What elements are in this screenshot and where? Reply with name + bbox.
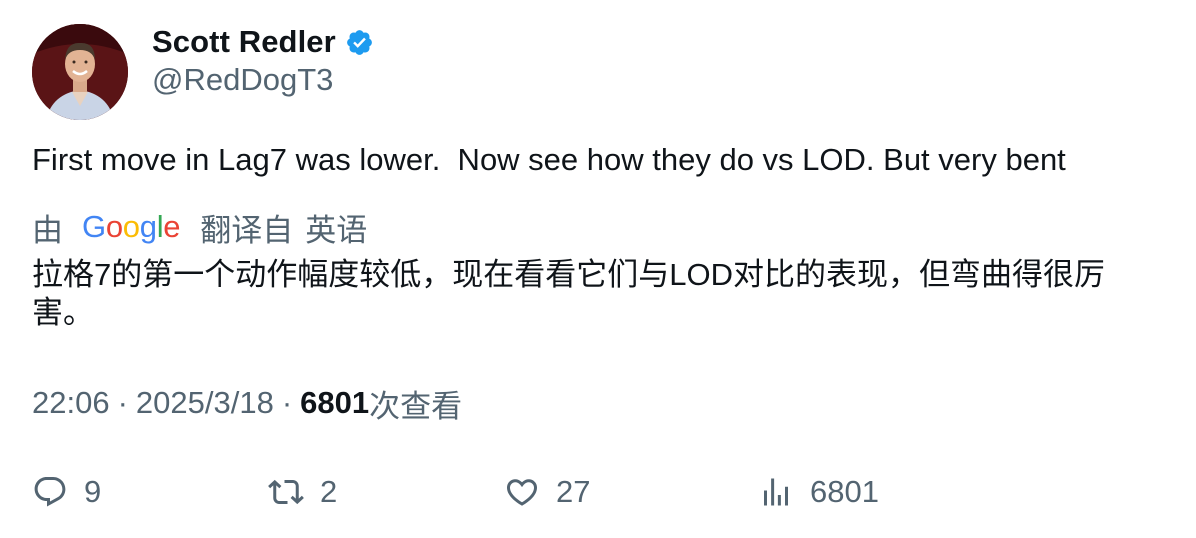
author-name-row: Scott Redler: [152, 22, 374, 62]
author-handle[interactable]: @RedDogT3: [152, 62, 333, 98]
heart-icon: [504, 474, 540, 510]
analytics-icon: [758, 474, 794, 510]
verified-badge-icon[interactable]: [345, 28, 374, 57]
tweet-meta: 22:06 · 2025/3/18 · 6801 次查看: [32, 383, 463, 424]
views-action-count: 6801: [810, 474, 879, 509]
translated-tweet-text: 拉格7的第一个动作幅度较低，现在看看它们与LOD对比的表现，但弯曲得很厉害。: [32, 257, 1105, 330]
tweet-time[interactable]: 22:06: [32, 385, 110, 421]
tweet-text: First move in Lag7 was lower. Now see ho…: [32, 142, 1066, 177]
translation-label: 翻译自: [200, 212, 294, 248]
meta-separator: ·: [281, 385, 293, 420]
like-count: 27: [556, 474, 591, 509]
retweet-icon: [268, 474, 304, 510]
translation-language: 英语: [305, 212, 368, 248]
avatar[interactable]: [32, 24, 128, 120]
retweet-button[interactable]: 2: [268, 470, 337, 514]
reply-icon: [32, 474, 68, 510]
reply-button[interactable]: 9: [32, 470, 101, 514]
analytics-button[interactable]: 6801: [758, 470, 879, 514]
translation-attribution[interactable]: 由 Google 翻译自 英语: [32, 207, 368, 248]
views-label: 次查看: [369, 388, 463, 424]
retweet-count: 2: [320, 474, 338, 509]
avatar-image: [32, 24, 128, 120]
translation-prefix: 由: [32, 212, 63, 248]
tweet-card: Scott Redler @RedDogT3 First move in Lag…: [0, 0, 1196, 538]
reply-count: 9: [84, 474, 102, 509]
google-logo: Google: [82, 209, 181, 244]
meta-separator: ·: [117, 385, 128, 420]
views-count: 6801: [300, 385, 370, 420]
tweet-date[interactable]: 2025/3/18: [136, 385, 274, 421]
tweet-actions: 9 2 27 6801: [32, 470, 932, 514]
author-display-name[interactable]: Scott Redler: [152, 24, 336, 60]
like-button[interactable]: 27: [504, 470, 590, 514]
